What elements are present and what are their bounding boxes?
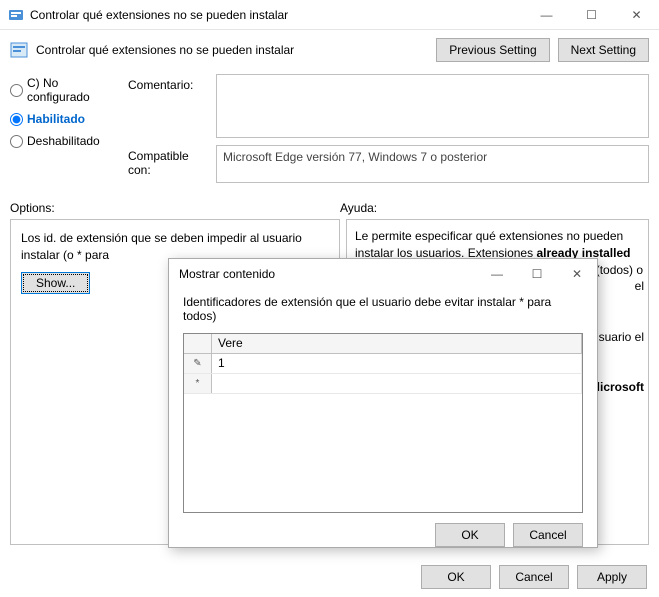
radio-not-configured-input[interactable] — [10, 84, 23, 97]
new-row-icon: * — [196, 378, 200, 389]
maximize-button[interactable]: ☐ — [569, 0, 614, 30]
modal-close-button[interactable]: ✕ — [557, 259, 597, 289]
main-apply-button[interactable]: Apply — [577, 565, 647, 589]
modal-title: Mostrar contenido — [179, 267, 477, 281]
radio-disabled-label: Deshabilitado — [27, 134, 100, 148]
radio-disabled-input[interactable] — [10, 135, 23, 148]
modal-ok-button[interactable]: OK — [435, 523, 505, 547]
grid-row-2-value[interactable] — [212, 374, 582, 393]
minimize-button[interactable]: — — [524, 0, 569, 30]
close-button[interactable]: ✕ — [614, 0, 659, 30]
radio-enabled-input[interactable] — [10, 113, 23, 126]
policy-icon — [10, 41, 28, 59]
app-icon — [8, 7, 24, 23]
main-ok-button[interactable]: OK — [421, 565, 491, 589]
previous-setting-button[interactable]: Previous Setting — [436, 38, 549, 62]
comment-label: Comentario: — [128, 74, 208, 92]
window-titlebar: Controlar qué extensiones no se pueden i… — [0, 0, 659, 30]
options-heading: Options: — [10, 201, 340, 215]
modal-titlebar: Mostrar contenido — ☐ ✕ — [169, 259, 597, 289]
grid-row-1-indicator: ✎ — [184, 354, 212, 373]
grid-row-1[interactable]: ✎ 1 — [184, 354, 582, 374]
window-title: Controlar qué extensiones no se pueden i… — [30, 8, 524, 22]
compat-label: Compatible con: — [128, 145, 208, 177]
modal-maximize-button[interactable]: ☐ — [517, 259, 557, 289]
compat-textarea[interactable]: Microsoft Edge versión 77, Windows 7 o p… — [216, 145, 649, 183]
show-button[interactable]: Show... — [21, 272, 90, 294]
grid-corner-cell — [184, 334, 212, 353]
comment-textarea[interactable] — [216, 74, 649, 138]
policy-header: Controlar qué extensiones no se pueden i… — [0, 30, 659, 74]
help-heading: Ayuda: — [340, 201, 377, 215]
modal-minimize-button[interactable]: — — [477, 259, 517, 289]
radio-enabled[interactable]: Habilitado — [10, 112, 120, 126]
pencil-icon: ✎ — [193, 358, 201, 369]
radio-not-configured-label: C) No configurado — [27, 76, 120, 104]
next-setting-button[interactable]: Next Setting — [558, 38, 649, 62]
window-controls: — ☐ ✕ — [524, 0, 659, 30]
show-contents-dialog: Mostrar contenido — ☐ ✕ Identificadores … — [168, 258, 598, 548]
state-radio-group: C) No configurado Habilitado Deshabilita… — [10, 74, 120, 156]
radio-not-configured[interactable]: C) No configurado — [10, 76, 120, 104]
modal-dialog-buttons: OK Cancel — [169, 513, 597, 557]
main-cancel-button[interactable]: Cancel — [499, 565, 569, 589]
grid-header-row: Vere — [184, 334, 582, 354]
grid-column-header[interactable]: Vere — [212, 334, 582, 353]
grid-row-2-indicator: * — [184, 374, 212, 393]
policy-title: Controlar qué extensiones no se pueden i… — [36, 43, 294, 57]
modal-description: Identificadores de extensión que el usua… — [183, 295, 583, 323]
radio-disabled[interactable]: Deshabilitado — [10, 134, 120, 148]
grid-row-1-value[interactable]: 1 — [212, 354, 582, 373]
radio-enabled-label: Habilitado — [27, 112, 85, 126]
grid-row-2[interactable]: * — [184, 374, 582, 394]
modal-cancel-button[interactable]: Cancel — [513, 523, 583, 547]
main-dialog-buttons: OK Cancel Apply — [421, 565, 647, 589]
value-grid[interactable]: Vere ✎ 1 * — [183, 333, 583, 513]
